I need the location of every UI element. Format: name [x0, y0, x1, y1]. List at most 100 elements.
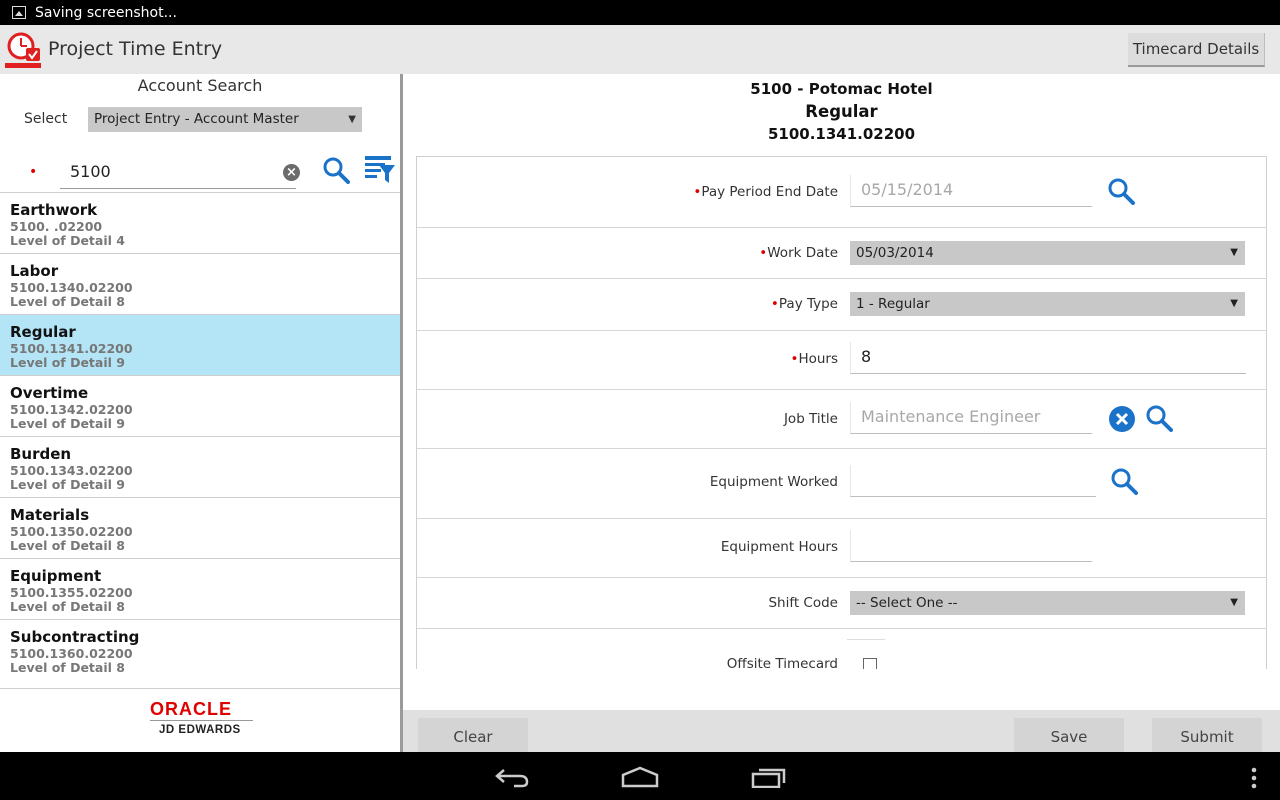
hours-field[interactable]: 8: [850, 342, 1246, 374]
work-date-label: •Work Date: [759, 245, 838, 261]
account-name: Earthwork: [10, 201, 98, 219]
account-level: Level of Detail 9: [10, 416, 125, 431]
account-code: 5100. .02200: [10, 219, 103, 234]
offsite-timecard-label: Offsite Timecard: [726, 656, 838, 669]
list-item-selected[interactable]: Regular 5100.1341.02200 Level of Detail …: [0, 314, 400, 375]
account-search-title: Account Search: [137, 76, 263, 95]
account-search-value: 5100: [70, 162, 111, 181]
oracle-jde-logo: ORACLE JD EDWARDS: [0, 688, 400, 753]
equipment-hours-row: Equipment Hours: [417, 519, 1266, 578]
account-title: Regular: [805, 102, 878, 121]
account-list: Earthwork 5100. .02200 Level of Detail 4…: [0, 192, 400, 680]
account-code: 5100.1342.02200: [10, 402, 133, 417]
oracle-wordmark: ORACLE: [150, 699, 232, 719]
job-title-label: Job Title: [783, 411, 838, 427]
account-source-select[interactable]: Project Entry - Account Master ▼: [88, 107, 362, 132]
hours-row: •Hours 8: [417, 331, 1266, 390]
search-icon[interactable]: [1145, 404, 1173, 436]
clear-icon[interactable]: ×: [283, 164, 300, 181]
status-bar: Saving screenshot...: [0, 0, 1280, 25]
offsite-timecard-row: Offsite Timecard: [417, 629, 1266, 669]
overflow-menu-icon[interactable]: [1249, 767, 1259, 793]
shift-code-label: Shift Code: [768, 595, 838, 611]
list-item[interactable]: Equipment 5100.1355.02200 Level of Detai…: [0, 558, 400, 619]
account-level: Level of Detail 8: [10, 660, 125, 675]
clear-icon[interactable]: [1109, 406, 1135, 436]
timecard-panel: 5100 - Potomac Hotel Regular 5100.1341.0…: [403, 74, 1280, 710]
pay-type-row: •Pay Type 1 - Regular ▼: [417, 279, 1266, 331]
account-search-input[interactable]: 5100 ×: [60, 158, 300, 189]
account-code: 5100.1340.02200: [10, 280, 133, 295]
pay-period-field[interactable]: 05/15/2014: [850, 175, 1092, 207]
back-icon[interactable]: [494, 766, 530, 792]
shift-code-row: Shift Code -- Select One -- ▼: [417, 578, 1266, 629]
list-item[interactable]: Burden 5100.1343.02200 Level of Detail 9: [0, 436, 400, 497]
system-nav-bar: [0, 752, 1280, 800]
account-level: Level of Detail 4: [10, 233, 125, 248]
equipment-hours-label: Equipment Hours: [720, 539, 838, 555]
search-icon[interactable]: [1107, 177, 1135, 209]
job-title-row: Job Title Maintenance Engineer: [417, 390, 1266, 449]
home-icon[interactable]: [620, 766, 660, 792]
equipment-worked-row: Equipment Worked: [417, 449, 1266, 519]
image-icon: [12, 6, 26, 19]
account-name: Subcontracting: [10, 628, 140, 646]
app-title: Project Time Entry: [48, 38, 223, 60]
account-name: Labor: [10, 262, 59, 280]
account-name: Equipment: [10, 567, 102, 585]
work-date-row: •Work Date 05/03/2014 ▼: [417, 228, 1266, 279]
dropdown-arrow-icon: ▼: [1230, 247, 1238, 258]
bottom-action-bar: Clear Save Submit: [403, 710, 1280, 752]
account-code: 5100.1360.02200: [10, 646, 133, 661]
account-code: 5100.1343.02200: [10, 463, 133, 478]
account-name: Overtime: [10, 384, 89, 402]
list-item[interactable]: Subcontracting 5100.1360.02200 Level of …: [0, 619, 400, 680]
job-title-field[interactable]: Maintenance Engineer: [850, 402, 1092, 434]
field-divider: [847, 639, 885, 640]
hours-label: •Hours: [790, 351, 838, 367]
account-search-panel: Account Search Select Project Entry - Ac…: [0, 74, 403, 753]
app-clock-icon[interactable]: [4, 31, 44, 69]
timecard-details-button[interactable]: Timecard Details: [1128, 33, 1265, 67]
pay-period-row: •Pay Period End Date 05/15/2014: [417, 157, 1266, 228]
clear-button[interactable]: Clear: [418, 718, 528, 752]
recents-icon[interactable]: [751, 766, 787, 792]
project-title: 5100 - Potomac Hotel: [750, 80, 933, 98]
list-item[interactable]: Earthwork 5100. .02200 Level of Detail 4: [0, 192, 400, 253]
list-item[interactable]: Overtime 5100.1342.02200 Level of Detail…: [0, 375, 400, 436]
save-button[interactable]: Save: [1014, 718, 1124, 752]
jde-wordmark: JD EDWARDS: [159, 724, 241, 736]
dropdown-arrow-icon: ▼: [1230, 298, 1238, 309]
account-name: Materials: [10, 506, 90, 524]
account-level: Level of Detail 8: [10, 599, 125, 614]
list-item[interactable]: Labor 5100.1340.02200 Level of Detail 8: [0, 253, 400, 314]
account-code-title: 5100.1341.02200: [767, 125, 916, 143]
logo-divider: [150, 720, 253, 721]
status-notification: Saving screenshot...: [35, 4, 177, 21]
shift-code-value: -- Select One --: [856, 595, 958, 611]
account-code: 5100.1350.02200: [10, 524, 133, 539]
account-level: Level of Detail 8: [10, 538, 125, 553]
pay-type-select[interactable]: 1 - Regular ▼: [850, 292, 1245, 316]
work-date-select[interactable]: 05/03/2014 ▼: [850, 241, 1245, 265]
search-icon[interactable]: [1110, 467, 1138, 499]
account-code: 5100.1341.02200: [10, 341, 133, 356]
action-bar: Project Time Entry Timecard Details: [0, 25, 1280, 75]
filter-list-icon[interactable]: [364, 155, 396, 189]
offsite-timecard-checkbox[interactable]: [863, 658, 877, 669]
search-icon[interactable]: [322, 156, 350, 188]
equipment-hours-field[interactable]: [850, 530, 1092, 562]
account-level: Level of Detail 9: [10, 355, 125, 370]
submit-button[interactable]: Submit: [1152, 718, 1262, 752]
account-level: Level of Detail 9: [10, 477, 125, 492]
select-label: Select: [24, 111, 68, 127]
shift-code-select[interactable]: -- Select One -- ▼: [850, 591, 1245, 615]
account-level: Level of Detail 8: [10, 294, 125, 309]
equipment-worked-field[interactable]: [850, 465, 1096, 497]
account-name: Burden: [10, 445, 72, 463]
list-item[interactable]: Materials 5100.1350.02200 Level of Detai…: [0, 497, 400, 558]
timecard-form: •Pay Period End Date 05/15/2014 •Work Da…: [416, 156, 1267, 669]
pay-type-label: •Pay Type: [770, 296, 838, 312]
pay-period-label: •Pay Period End Date: [693, 184, 838, 200]
pay-type-value: 1 - Regular: [856, 296, 930, 312]
